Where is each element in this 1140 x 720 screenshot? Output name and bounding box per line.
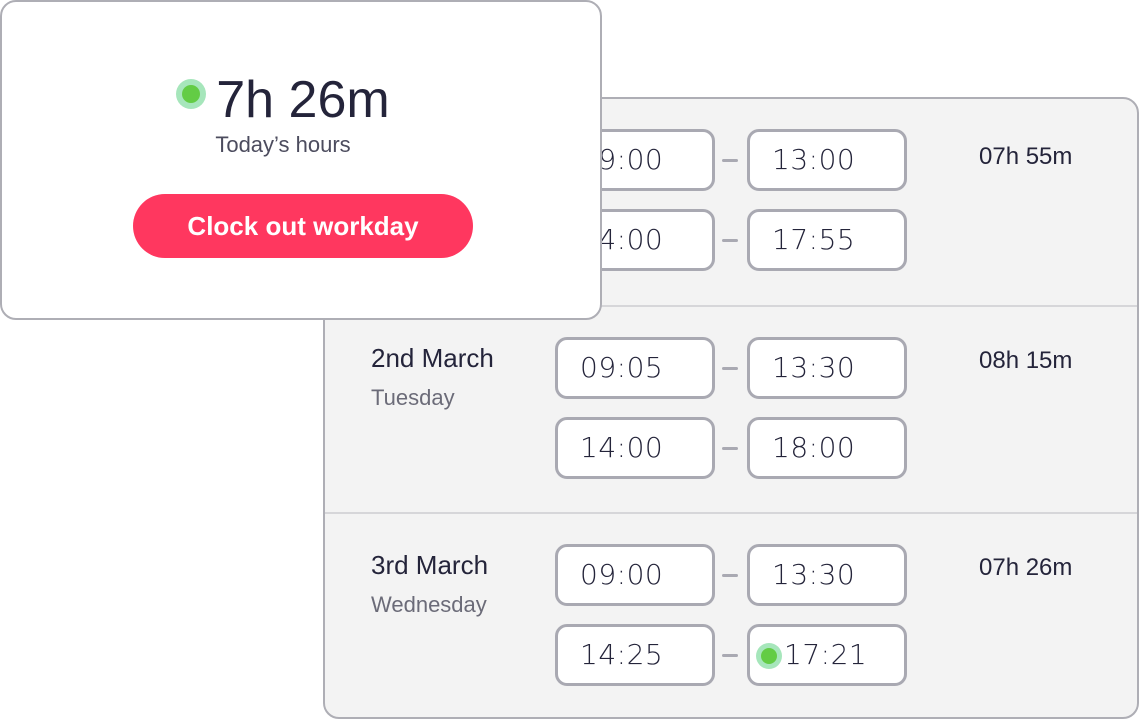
live-status-dot-icon [176, 79, 207, 109]
day-total: 08h 15m [979, 347, 1073, 374]
end-time-input-live[interactable]: 17:21 [747, 624, 907, 686]
end-time-input[interactable]: 13:30 [747, 337, 907, 399]
start-time-input[interactable]: 14:25 [555, 624, 715, 686]
end-time-input[interactable]: 17:55 [747, 209, 907, 271]
day-total: 07h 55m [979, 143, 1073, 170]
today-hours-row: 7h 26m [2, 70, 600, 130]
day-weekday: Wednesday [371, 592, 487, 617]
end-time-value: 17:21 [784, 638, 868, 671]
end-time-input[interactable]: 18:00 [747, 417, 907, 479]
range-dash [722, 654, 738, 657]
range-dash [722, 367, 738, 370]
start-time-input[interactable]: 09:00 [555, 544, 715, 606]
end-time-input[interactable]: 13:30 [747, 544, 907, 606]
day-date: 3rd March [371, 550, 489, 580]
clock-out-button[interactable]: Clock out workday [133, 194, 473, 258]
range-dash [722, 447, 738, 450]
range-dash [722, 239, 738, 242]
today-hours-label: Today’s hours [215, 132, 351, 157]
start-time-input[interactable]: 09:05 [555, 337, 715, 399]
range-dash [722, 159, 738, 162]
start-time-input[interactable]: 14:00 [555, 417, 715, 479]
day-row: 2nd March Tuesday 09:05 13:30 14:00 18:0… [325, 305, 1137, 513]
range-dash [722, 574, 738, 577]
day-date: 2nd March [371, 343, 494, 373]
day-weekday: Tuesday [371, 385, 455, 410]
today-hours-value: 7h 26m [216, 71, 390, 129]
live-status-dot-icon [756, 643, 782, 669]
end-time-input[interactable]: 13:00 [747, 129, 907, 191]
day-row: 3rd March Wednesday 09:00 13:30 14:25 17… [325, 512, 1137, 717]
today-hours-card: 7h 26m Today’s hours Clock out workday [0, 0, 602, 320]
day-total: 07h 26m [979, 554, 1073, 581]
